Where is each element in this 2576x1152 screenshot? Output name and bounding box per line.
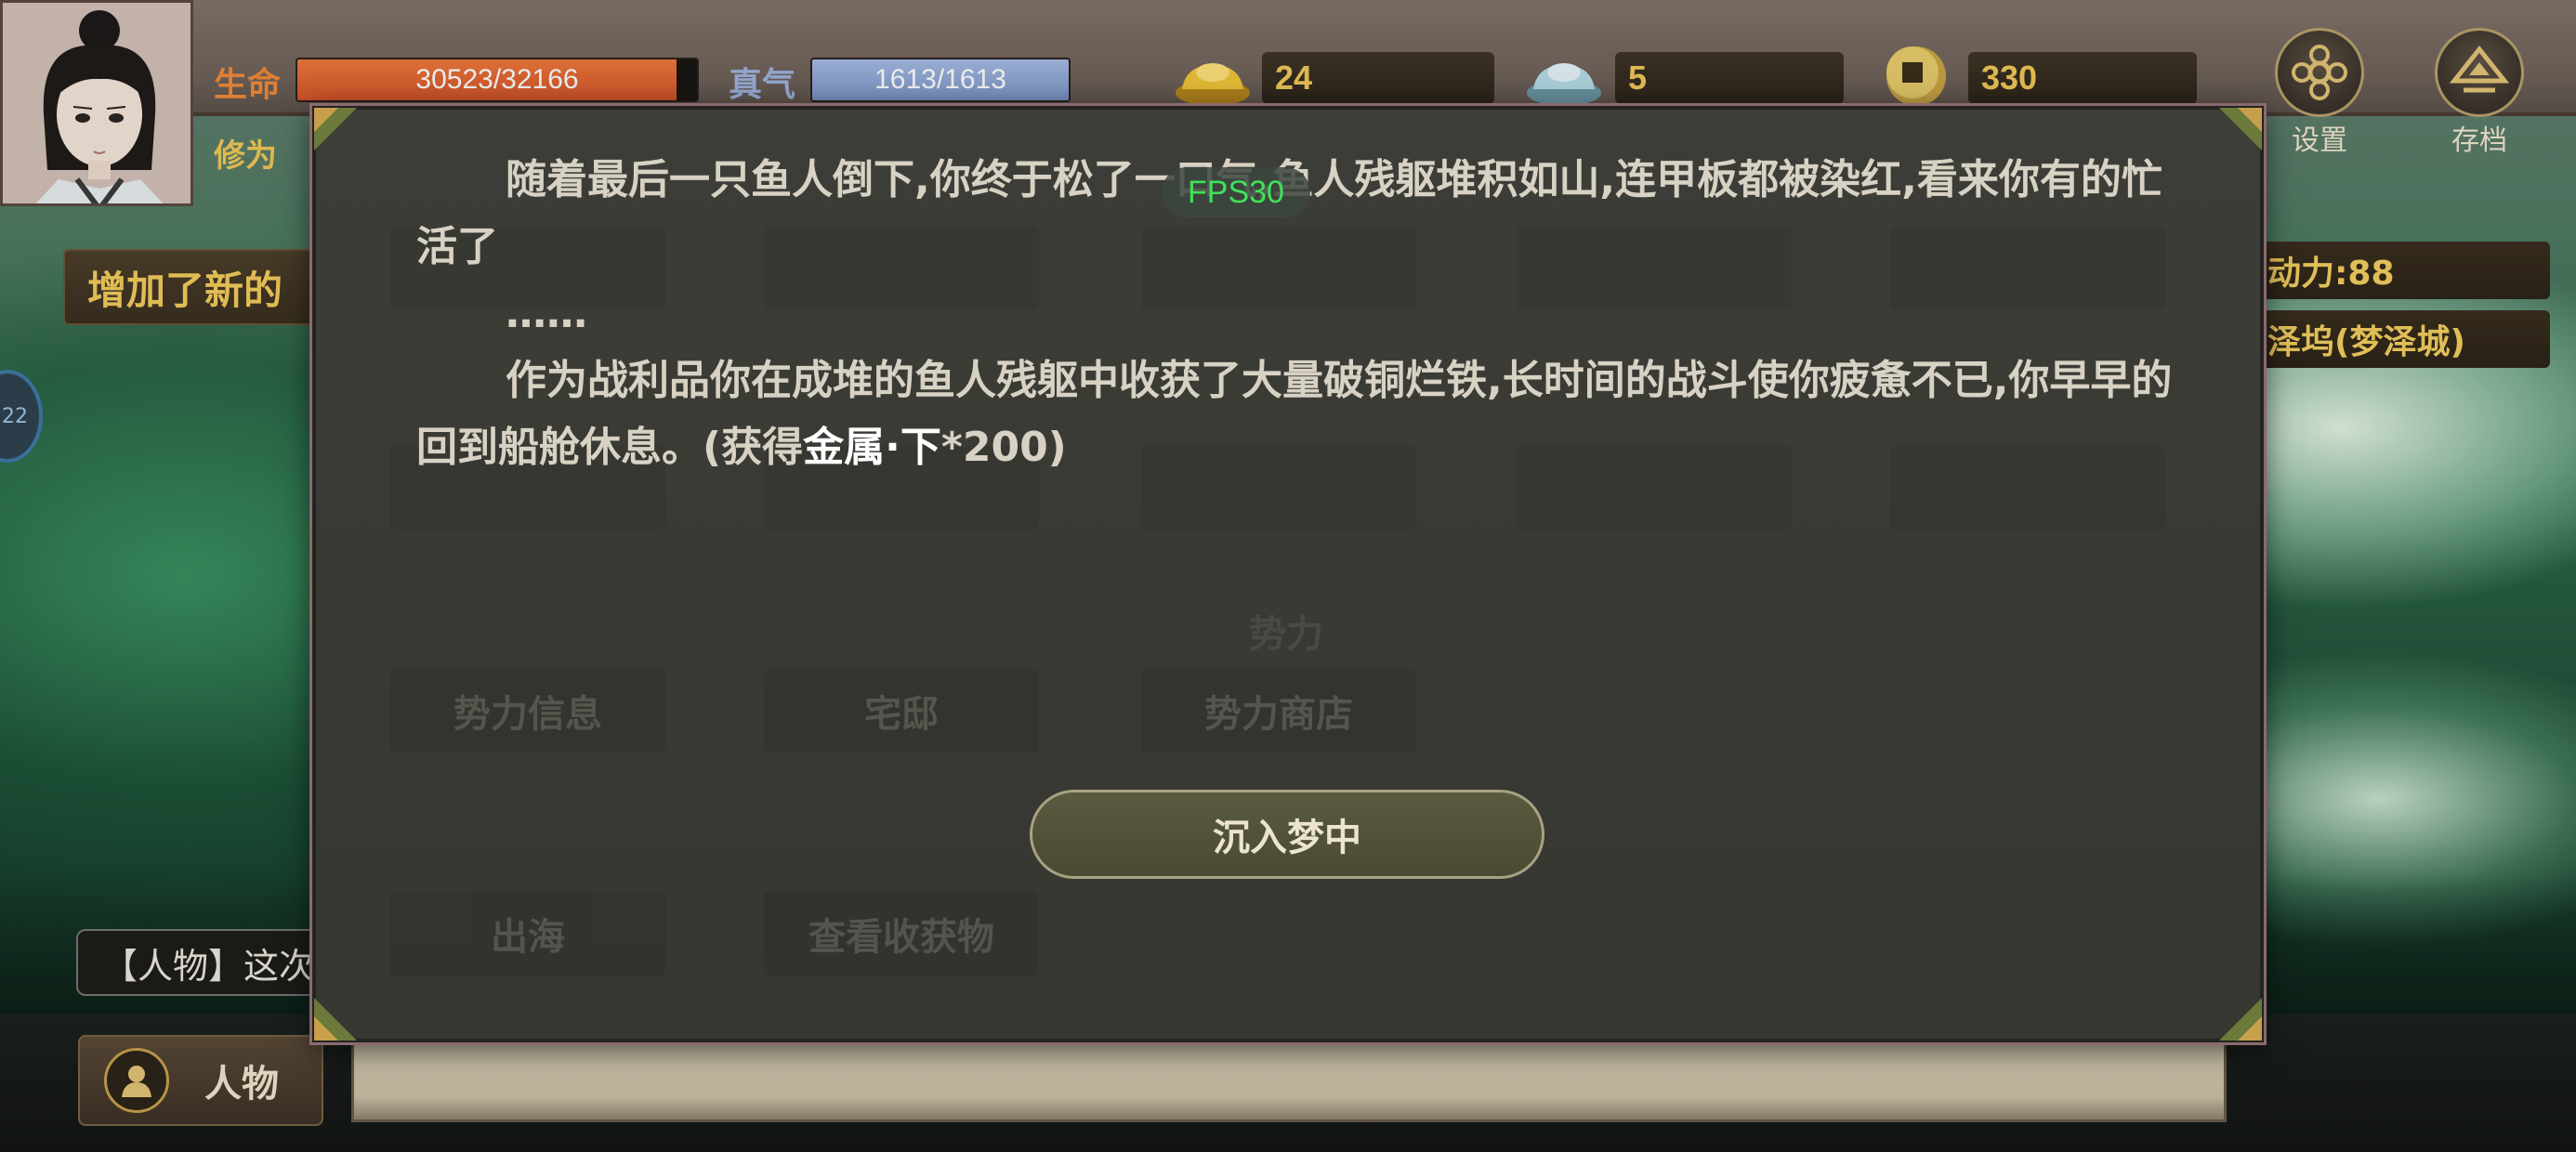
reward-item-amount: *200) xyxy=(940,424,1067,471)
reward-item-name: 金属·下 xyxy=(803,424,941,471)
ghost-button: 查看收获物 xyxy=(764,892,1039,975)
ghost-heading: 势力 xyxy=(1249,613,1323,656)
enter-dream-button[interactable]: 沉入梦中 xyxy=(1030,790,1544,879)
ghost-button: 出海 xyxy=(390,892,665,975)
ghost-button: 势力信息 xyxy=(390,669,665,753)
corner-ornament-icon xyxy=(314,998,357,1041)
corner-ornament-icon xyxy=(314,108,357,151)
corner-ornament-icon xyxy=(2219,108,2262,151)
corner-ornament-icon xyxy=(2219,998,2262,1041)
ghost-button: 势力商店 xyxy=(1141,669,1416,753)
fps-counter: FPS30 xyxy=(1162,167,1310,217)
dialog-ellipsis: …… xyxy=(506,290,587,337)
dialog-paragraph: 作为战利品你在成堆的鱼人残躯中收获了大量破铜烂铁,长时间的战斗使你疲惫不已,你早… xyxy=(416,347,2173,481)
dialog-paragraph-text: 作为战利品你在成堆的鱼人残躯中收获了大量破铜烂铁,长时间的战斗使你疲惫不已,你早… xyxy=(416,357,2173,471)
ghost-button: 宅邸 xyxy=(764,669,1039,753)
